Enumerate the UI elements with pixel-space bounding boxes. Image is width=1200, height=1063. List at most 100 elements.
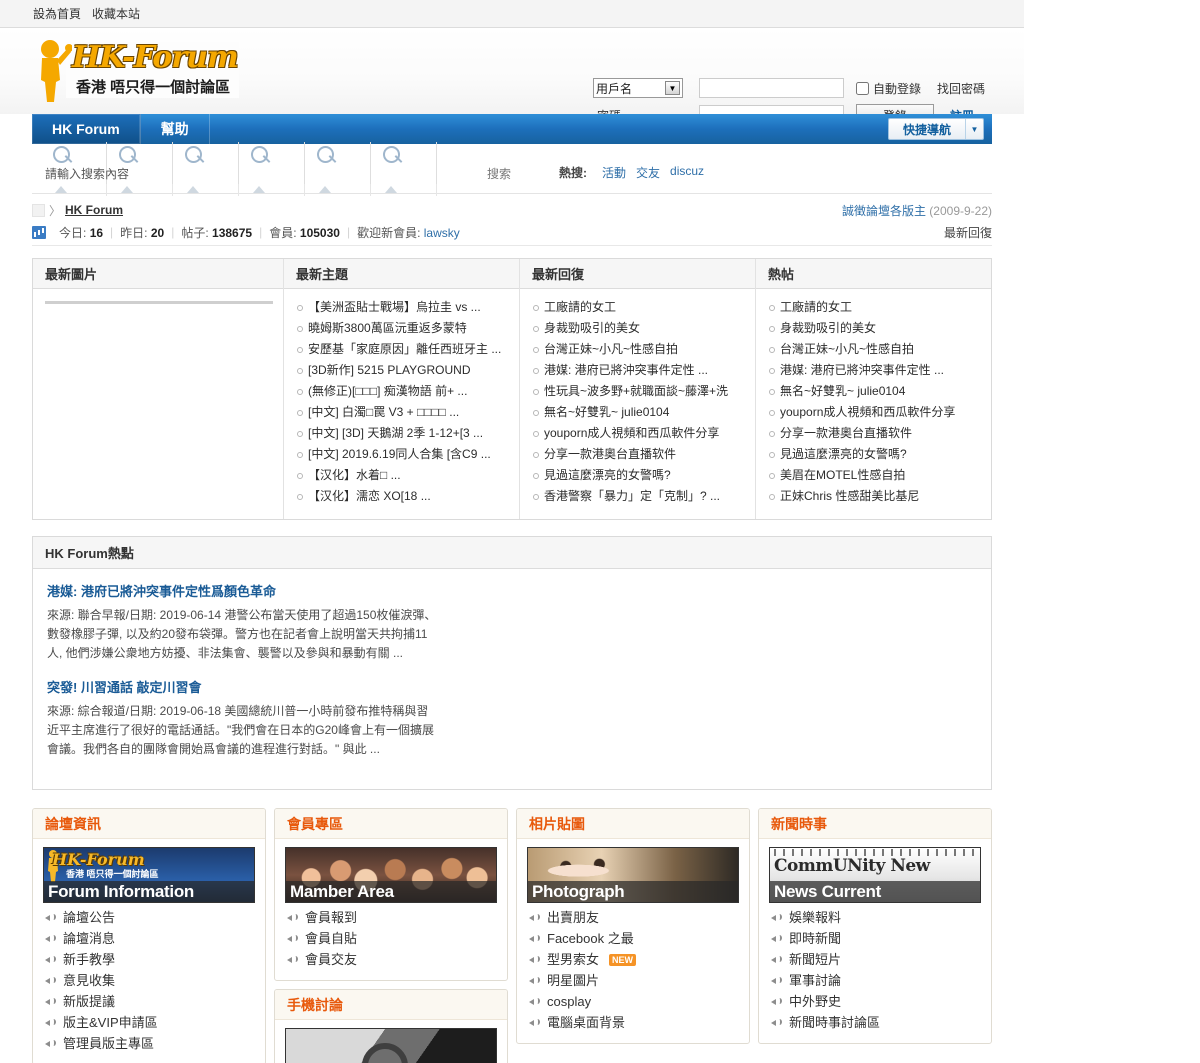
panel-thumbnail[interactable]: Mamber Area [285,847,497,903]
speaker-icon [287,954,298,965]
list-item[interactable]: cosplay [527,991,739,1012]
hot-article-title[interactable]: 港媒: 港府已將沖突事件定性爲顏色革命 [47,581,977,600]
list-item[interactable]: youporn成人視頻和西瓜軟件分享 [532,423,745,444]
speaker-icon [529,912,540,923]
hot-link-friends[interactable]: 交友 [636,164,660,181]
list-item[interactable]: 版主&VIP申請區 [43,1012,255,1033]
list-item[interactable]: 明星圖片 [527,970,739,991]
list-item[interactable]: 安歷基「家庭原因」離任西班牙主 ... [296,339,509,360]
list-item[interactable]: 正妹Chris 性感甜美比基尼 [768,486,981,507]
list-item[interactable]: 分享一款港奧台直播软件 [532,444,745,465]
list-item[interactable]: [中文] 2019.6.19同人合集 [含C9 ... [296,444,509,465]
autologin-toggle[interactable]: 自動登錄 [856,80,921,97]
list-item[interactable]: 工廠請的女工 [768,297,981,318]
list-item[interactable]: 香港警察「暴力」定「克制」? ... [532,486,745,507]
hot-search-links: 活動 交友 discuz [602,164,704,181]
nav-item-help[interactable]: 幫助 [141,114,210,144]
list-item[interactable]: 管理員版主專區 [43,1033,255,1054]
hot-link-activity[interactable]: 活動 [602,164,626,181]
chevron-down-icon[interactable]: ▼ [965,119,983,139]
list-item[interactable]: youporn成人視頻和西瓜軟件分享 [768,402,981,423]
panel-thumbnail[interactable]: HK-Forum 香港 唔只得一個討論區 Forum Information [43,847,255,903]
list-item[interactable]: 論壇消息 [43,928,255,949]
speaker-icon [771,933,782,944]
username-input[interactable] [699,78,844,98]
list-item[interactable]: 電腦桌面背景 [527,1012,739,1033]
list-item[interactable]: 無名~好雙乳~ julie0104 [532,402,745,423]
list-item[interactable]: 港媒: 港府已將沖突事件定性 ... [532,360,745,381]
panel-thumbnail[interactable]: CommUNity New News Current [769,847,981,903]
panel-thumbnail[interactable] [285,1028,497,1063]
notice-link[interactable]: 誠徵論壇各版主 [842,204,926,218]
list-item[interactable]: 台灣正妹~小凡~性感自拍 [768,339,981,360]
list-item[interactable]: 會員交友 [285,949,497,970]
hot-topics-header: HK Forum熱點 [33,537,991,569]
list-item[interactable]: 身裁勁吸引的美女 [768,318,981,339]
hot-article-title[interactable]: 突發! 川習通話 敲定川習會 [47,677,977,696]
autologin-checkbox[interactable] [856,81,869,95]
quick-nav-button[interactable]: 快捷導航 ▼ [887,118,984,140]
column-latest-images: 最新圖片 [33,259,284,519]
list-item[interactable]: 身裁勁吸引的美女 [532,318,745,339]
panel-column-3: 相片貼圖 Photograph 出賣朋友 Facebook 之最 型男索女 NEW… [516,808,750,1044]
list-item[interactable]: 見過這麼漂亮的女警嗎? [532,465,745,486]
list-item[interactable]: 台灣正妹~小凡~性感自拍 [532,339,745,360]
hot-link-discuz[interactable]: discuz [670,164,704,181]
list-item[interactable]: 新版提議 [43,991,255,1012]
list-item[interactable]: 【汉化】濡恋 XO[18 ... [296,486,509,507]
list-item[interactable]: 工廠請的女工 [532,297,745,318]
list-item[interactable]: 新手教學 [43,949,255,970]
column-latest-replies: 最新回復 工廠請的女工 身裁勁吸引的美女 台灣正妹~小凡~性感自拍 港媒: 港府… [520,259,756,519]
list-item[interactable]: 【美洲盃貼士戰場】烏拉圭 vs ... [296,297,509,318]
list-item[interactable]: 【汉化】水着□ ... [296,465,509,486]
list-item[interactable]: 會員自貼 [285,928,497,949]
list-item[interactable]: [3D新作] 5215 PLAYGROUND [296,360,509,381]
panel-body: CommUNity New News Current 娛樂報料 即時新聞 新聞短… [759,839,991,1043]
list-item[interactable]: 曉姆斯3800萬區沅重返多蒙特 [296,318,509,339]
list-item[interactable]: 論壇公告 [43,907,255,928]
column-header: 最新回復 [520,259,755,289]
list-item[interactable]: 分享一款港奧台直播软件 [768,423,981,444]
list-item[interactable]: [中文] [3D] 天鵝湖 2季 1-12+[3 ... [296,423,509,444]
list-item[interactable]: 性玩具~波多野+就職面談~藤澤+洗 [532,381,745,402]
nav-item-hk-forum[interactable]: HK Forum [32,114,141,144]
login-row-username: 用戶名 ▼ 自動登錄 找回密碼 [593,78,985,98]
triangle-icon [305,184,371,196]
latest-reply-link[interactable]: 最新回復 [944,224,992,241]
list-item[interactable]: 無名~好雙乳~ julie0104 [768,381,981,402]
find-password-link[interactable]: 找回密碼 [937,80,985,97]
panel-thumbnail[interactable]: Photograph [527,847,739,903]
logo-tagline: 香港 唔只得一個討論區 [76,79,231,96]
site-logo[interactable]: HK-Forum 香港 唔只得一個討論區 [30,36,240,104]
stat-today-value: 16 [89,225,104,240]
bookmark-site-link[interactable]: 收藏本站 [92,5,140,22]
set-homepage-link[interactable]: 設為首頁 [33,5,81,22]
list-item[interactable]: 美眉在MOTEL性感自拍 [768,465,981,486]
stat-posts-label: 帖子: [181,225,209,240]
list-item[interactable]: 意見收集 [43,970,255,991]
list-item[interactable]: 出賣朋友 [527,907,739,928]
list-item[interactable]: 型男索女 NEW [527,949,739,970]
chevron-down-icon[interactable]: ▼ [665,81,680,95]
list-item[interactable]: 中外野史 [769,991,981,1012]
speaker-icon [45,933,56,944]
search-button[interactable]: 搜索 [469,162,529,184]
list-item[interactable]: 新聞短片 [769,949,981,970]
list-item[interactable]: [中文] 白濁□罠 V3 + □□□□ ... [296,402,509,423]
list-item[interactable]: 軍事討論 [769,970,981,991]
triangle-icon [239,184,305,196]
login-type-select[interactable]: 用戶名 ▼ [593,78,683,98]
search-input[interactable]: 請輸入搜索內容 [41,162,458,184]
list-item[interactable]: 見過這麼漂亮的女警嗎? [768,444,981,465]
breadcrumb-item-hk-forum[interactable]: HK Forum [65,203,123,217]
link-label: 論壇消息 [63,931,116,946]
list-item[interactable]: Facebook 之最 [527,928,739,949]
list-item[interactable]: 娛樂報料 [769,907,981,928]
list-item[interactable]: 會員報到 [285,907,497,928]
list-item[interactable]: (無修正)[□□□] 痴漢物語 前+ ... [296,381,509,402]
list-item[interactable]: 港媒: 港府已將沖突事件定性 ... [768,360,981,381]
list-item[interactable]: 即時新聞 [769,928,981,949]
list-item[interactable]: 新聞時事討論區 [769,1012,981,1033]
new-member-link[interactable]: lawsky [424,226,460,240]
speaker-icon [45,912,56,923]
